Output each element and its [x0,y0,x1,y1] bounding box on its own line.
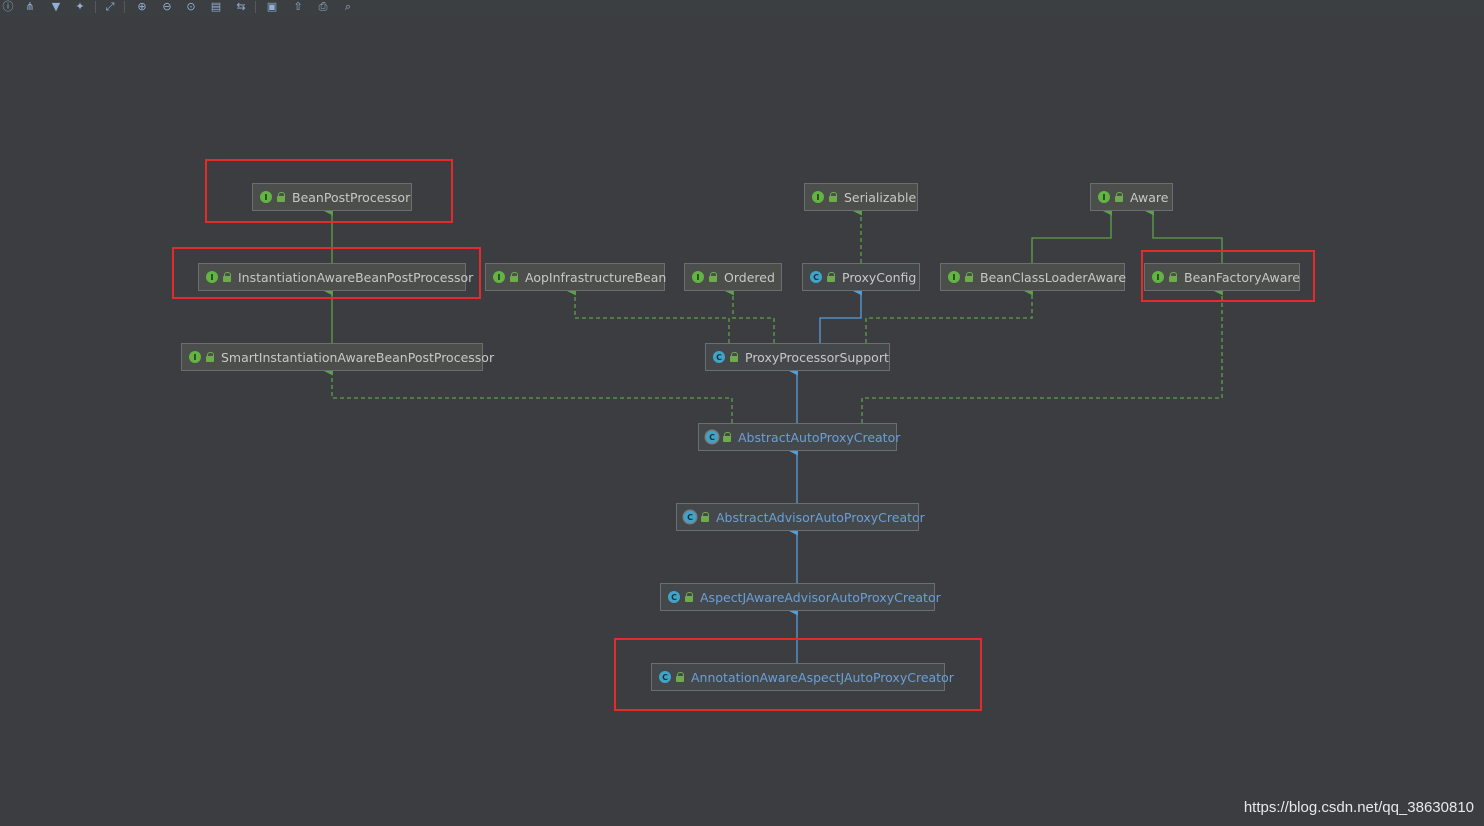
public-lock-icon [709,272,718,282]
node-smart-instantiation-aware-bean-post-processor[interactable]: I SmartInstantiationAwareBeanPostProcess… [181,343,494,371]
node-label: SmartInstantiationAwareBeanPostProcessor [221,349,495,365]
edge-aapc-to-factoryaware [861,286,1223,423]
abstract-class-icon: C [684,511,696,523]
edge-classloaderaware-to-aware [1031,206,1112,263]
node-label: Ordered [724,269,775,285]
node-abstract-auto-proxy-creator[interactable]: C AbstractAutoProxyCreator [698,423,901,451]
node-aspectj-aware-advisor-auto-proxy-creator[interactable]: C AspectJAwareAdvisorAutoProxyCreator [660,583,941,611]
node-label: AbstractAutoProxyCreator [738,429,901,445]
node-label: BeanClassLoaderAware [980,269,1127,285]
edge-pps-to-ordered [724,286,775,343]
edge-pps-to-proxyconfig [819,286,862,343]
public-lock-icon [223,272,232,282]
node-label: AopInfrastructureBean [525,269,667,285]
edge-pps-to-classloaderaware [865,286,1033,343]
node-proxy-config[interactable]: C ProxyConfig [802,263,920,291]
node-instantiation-aware-bean-post-processor[interactable]: I InstantiationAwareBeanPostProcessor [198,263,473,291]
public-lock-icon [685,592,694,602]
public-lock-icon [701,512,710,522]
class-icon: C [659,671,671,683]
interface-icon: I [1098,191,1110,203]
node-ordered[interactable]: I Ordered [684,263,782,291]
interface-icon: I [260,191,272,203]
node-abstract-advisor-auto-proxy-creator[interactable]: C AbstractAdvisorAutoProxyCreator [676,503,925,531]
node-label: InstantiationAwareBeanPostProcessor [238,269,474,285]
node-label: BeanPostProcessor [292,189,411,205]
interface-icon: I [189,351,201,363]
node-label: AspectJAwareAdvisorAutoProxyCreator [700,589,941,605]
node-label: Serializable [844,189,917,205]
node-aop-infrastructure-bean[interactable]: I AopInfrastructureBean [485,263,667,291]
public-lock-icon [965,272,974,282]
node-aware[interactable]: I Aware [1090,183,1173,211]
interface-icon: I [948,271,960,283]
public-lock-icon [827,272,836,282]
public-lock-icon [1115,192,1124,202]
edge-factoryaware-to-aware [1144,206,1223,263]
node-label: AbstractAdvisorAutoProxyCreator [716,509,925,525]
node-label: AnnotationAwareAspectJAutoProxyCreator [691,669,954,685]
public-lock-icon [723,432,732,442]
node-label: Aware [1130,189,1169,205]
class-icon: C [713,351,725,363]
class-icon: C [810,271,822,283]
node-bean-factory-aware[interactable]: I BeanFactoryAware [1144,263,1300,291]
node-bean-class-loader-aware[interactable]: I BeanClassLoaderAware [940,263,1127,291]
public-lock-icon [676,672,685,682]
node-label: ProxyProcessorSupport [745,349,889,365]
watermark-url: https://blog.csdn.net/qq_38630810 [1243,799,1474,816]
public-lock-icon [510,272,519,282]
node-proxy-processor-support[interactable]: C ProxyProcessorSupport [705,343,890,371]
node-annotation-aware-aspectj-auto-proxy-creator[interactable]: C AnnotationAwareAspectJAutoProxyCreator [651,663,954,691]
interface-icon: I [493,271,505,283]
public-lock-icon [829,192,838,202]
public-lock-icon [1169,272,1178,282]
class-hierarchy-diagram [323,206,1223,663]
node-label: BeanFactoryAware [1184,269,1300,285]
interface-icon: I [692,271,704,283]
edge-pps-to-aop-infrastructure [566,286,730,343]
node-serializable[interactable]: I Serializable [804,183,918,211]
public-lock-icon [730,352,739,362]
class-icon: C [668,591,680,603]
edge-aapc-to-smart [323,366,733,423]
interface-icon: I [206,271,218,283]
interface-icon: I [812,191,824,203]
abstract-class-icon: C [706,431,718,443]
node-label: ProxyConfig [842,269,917,285]
interface-icon: I [1152,271,1164,283]
node-bean-post-processor[interactable]: I BeanPostProcessor [252,183,412,211]
public-lock-icon [277,192,286,202]
public-lock-icon [206,352,215,362]
